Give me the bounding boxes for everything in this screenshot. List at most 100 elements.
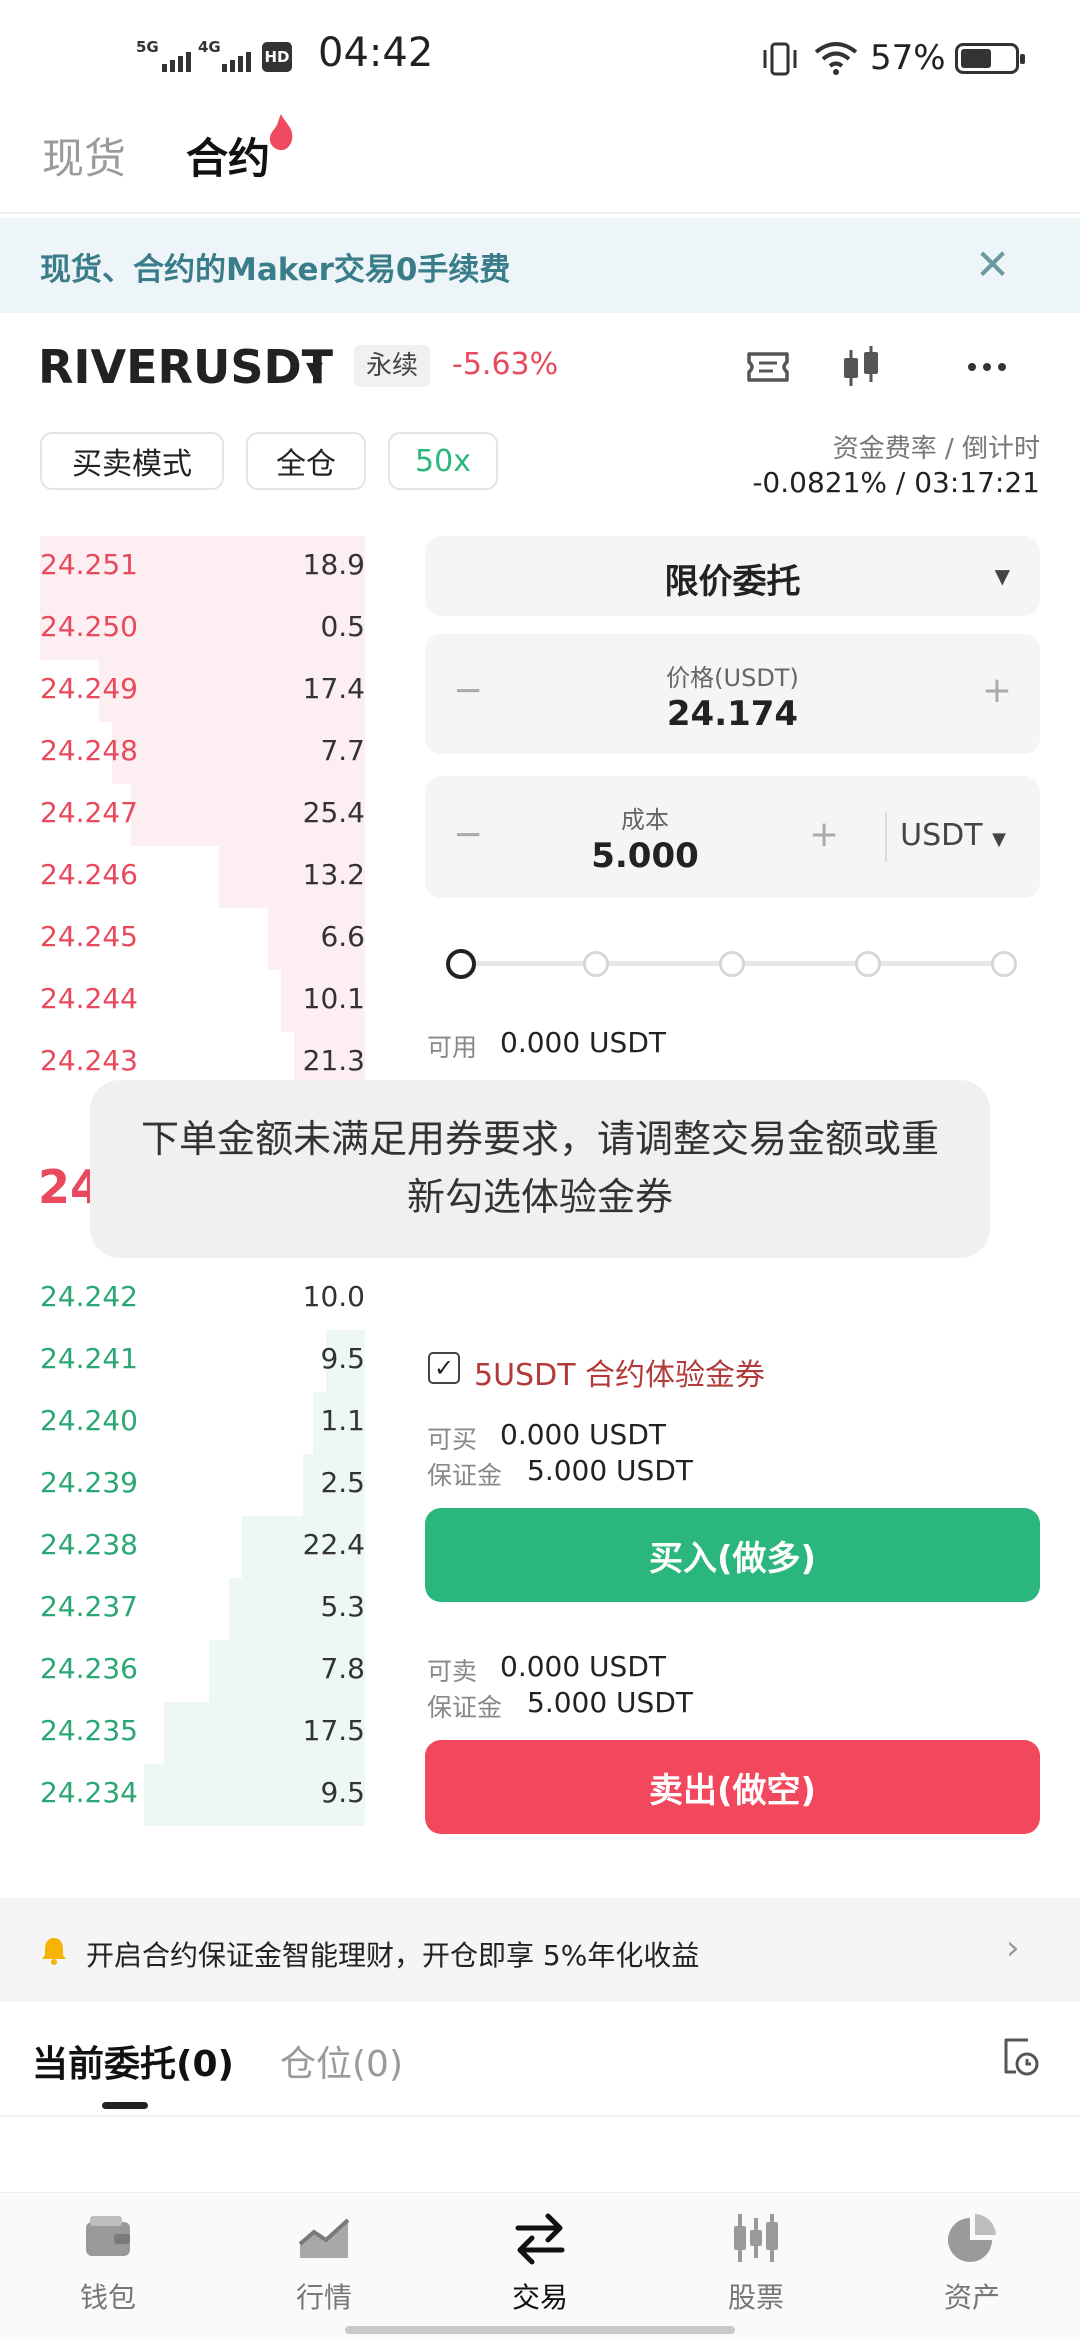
sell-short-button[interactable]: 卖出(做空) [425,1740,1040,1834]
pie-icon [948,2214,996,2262]
nav-label: 行情 [295,2281,352,2314]
ask-row[interactable]: 24.244 10.1 [40,970,365,1032]
tab-open-orders[interactable]: 当前委托(0) [32,2035,234,2087]
divider [885,812,887,862]
home-indicator [345,2326,735,2334]
coupon-label[interactable]: 5USDT 合约体验金券 [474,1350,765,1394]
slider-node-75[interactable] [855,951,881,977]
bid-price: 24.236 [40,1652,138,1685]
price-label: 价格(USDT) [666,664,799,692]
bid-quantity: 10.0 [302,1280,365,1313]
unit-label: USDT [900,818,983,853]
can-sell-value: 0.000 USDT [500,1650,666,1683]
unit-select[interactable]: USDT ▼ [900,818,1006,853]
bid-price: 24.234 [40,1776,138,1809]
slider-node-0[interactable] [446,949,476,979]
wifi-icon [814,42,858,75]
pair-dropdown-icon[interactable]: ▼ [306,358,323,383]
funding-label: 资金费率 / 倒计时 [832,434,1040,464]
chart-icon [298,2218,350,2258]
coupon-checkbox[interactable]: ✓ [428,1352,460,1384]
promo-text: 开启合约保证金智能理财，开仓即享 5%年化收益 [86,1939,700,1972]
nav-assets[interactable]: 资产 [864,2210,1080,2330]
ask-row[interactable]: 24.248 7.7 [40,722,365,784]
tab-spot[interactable]: 现货 [42,125,126,186]
slider-node-100[interactable] [991,951,1017,977]
cost-input[interactable]: − 成本 5.000 + USDT ▼ [425,776,1040,898]
bid-row[interactable]: 24.237 5.3 [40,1578,365,1640]
chevron-right-icon[interactable]: › [1006,1928,1020,1968]
ask-row[interactable]: 24.249 17.4 [40,660,365,722]
ask-quantity: 17.4 [302,672,365,705]
ask-quantity: 25.4 [302,796,365,829]
divider [0,2115,1080,2117]
available-value: 0.000 USDT [500,1026,666,1059]
ask-quantity: 6.6 [320,920,365,953]
ask-row[interactable]: 24.251 18.9 [40,536,365,598]
bid-price: 24.242 [40,1280,138,1313]
ask-price: 24.244 [40,982,138,1015]
leverage-button[interactable]: 50x [388,432,498,490]
ask-row[interactable]: 24.250 0.5 [40,598,365,660]
ask-price: 24.243 [40,1044,138,1077]
nav-label: 交易 [511,2281,568,2314]
ask-quantity: 13.2 [302,858,365,891]
order-type-select[interactable]: 限价委托 ▼ [425,536,1040,616]
banner-text: 现货、合约的Maker交易0手续费 [40,252,511,288]
buy-margin-label: 保证金 [427,1461,503,1490]
sell-margin-value: 5.000 USDT [527,1686,693,1719]
ask-quantity: 7.7 [320,734,365,767]
banner-close-icon[interactable]: ✕ [975,240,1010,289]
toast-text: 下单金额未满足用券要求，请调整交易金额或重新勾选体验金券 [140,1117,939,1219]
vibrate-icon [763,42,797,76]
status-time: 04:42 [318,30,434,76]
can-sell-label: 可卖 [427,1657,478,1686]
bell-icon [42,1938,66,1965]
network-5g-label: 5G [136,38,159,56]
bid-quantity: 7.8 [320,1652,365,1685]
signal-icon [162,52,191,72]
bid-price: 24.240 [40,1404,138,1437]
ask-row[interactable]: 24.245 6.6 [40,908,365,970]
slider-node-25[interactable] [583,951,609,977]
cost-value[interactable]: 5.000 [425,836,865,876]
tab-positions[interactable]: 仓位(0) [280,2035,403,2087]
ask-row[interactable]: 24.246 13.2 [40,846,365,908]
price-input[interactable]: − 价格(USDT) 24.174 + [425,634,1040,754]
buy-margin-value: 5.000 USDT [527,1454,693,1487]
margin-mode-button[interactable]: 全仓 [246,432,366,490]
candlestick-icon[interactable] [836,342,886,392]
ask-row[interactable]: 24.247 25.4 [40,784,365,846]
bid-row[interactable]: 24.240 1.1 [40,1392,365,1454]
nav-trade[interactable]: 交易 [432,2210,648,2330]
ask-quantity: 0.5 [320,610,365,643]
bid-row[interactable]: 24.239 2.5 [40,1454,365,1516]
network-4g-label: 4G [198,38,221,56]
bid-row[interactable]: 24.241 9.5 [40,1330,365,1392]
bid-price: 24.239 [40,1466,138,1499]
tab-contract[interactable]: 合约 [186,125,270,186]
bid-row[interactable]: 24.235 17.5 [40,1702,365,1764]
ask-quantity: 18.9 [302,548,365,581]
slider-node-50[interactable] [719,951,745,977]
nav-market[interactable]: 行情 [216,2210,432,2330]
ask-quantity: 10.1 [302,982,365,1015]
trade-mode-button[interactable]: 买卖模式 [40,432,224,490]
bid-row[interactable]: 24.238 22.4 [40,1516,365,1578]
cost-plus-button[interactable]: + [809,814,839,855]
order-type-label: 限价委托 [664,562,801,602]
bid-row[interactable]: 24.242 10.0 [40,1268,365,1330]
nav-label: 钱包 [79,2281,136,2314]
order-history-icon[interactable] [998,2034,1042,2078]
nav-stocks[interactable]: 股票 [648,2210,864,2330]
more-icon[interactable] [962,342,1012,392]
pair-symbol[interactable]: RIVERUSDT [38,340,333,394]
bid-row[interactable]: 24.234 9.5 [40,1764,365,1826]
bid-quantity: 22.4 [302,1528,365,1561]
bid-row[interactable]: 24.236 7.8 [40,1640,365,1702]
price-value[interactable]: 24.174 [425,694,1040,734]
nav-wallet[interactable]: 钱包 [0,2210,216,2330]
price-plus-button[interactable]: + [982,670,1012,711]
buy-long-button[interactable]: 买入(做多) [425,1508,1040,1602]
ticket-icon[interactable] [743,342,793,392]
